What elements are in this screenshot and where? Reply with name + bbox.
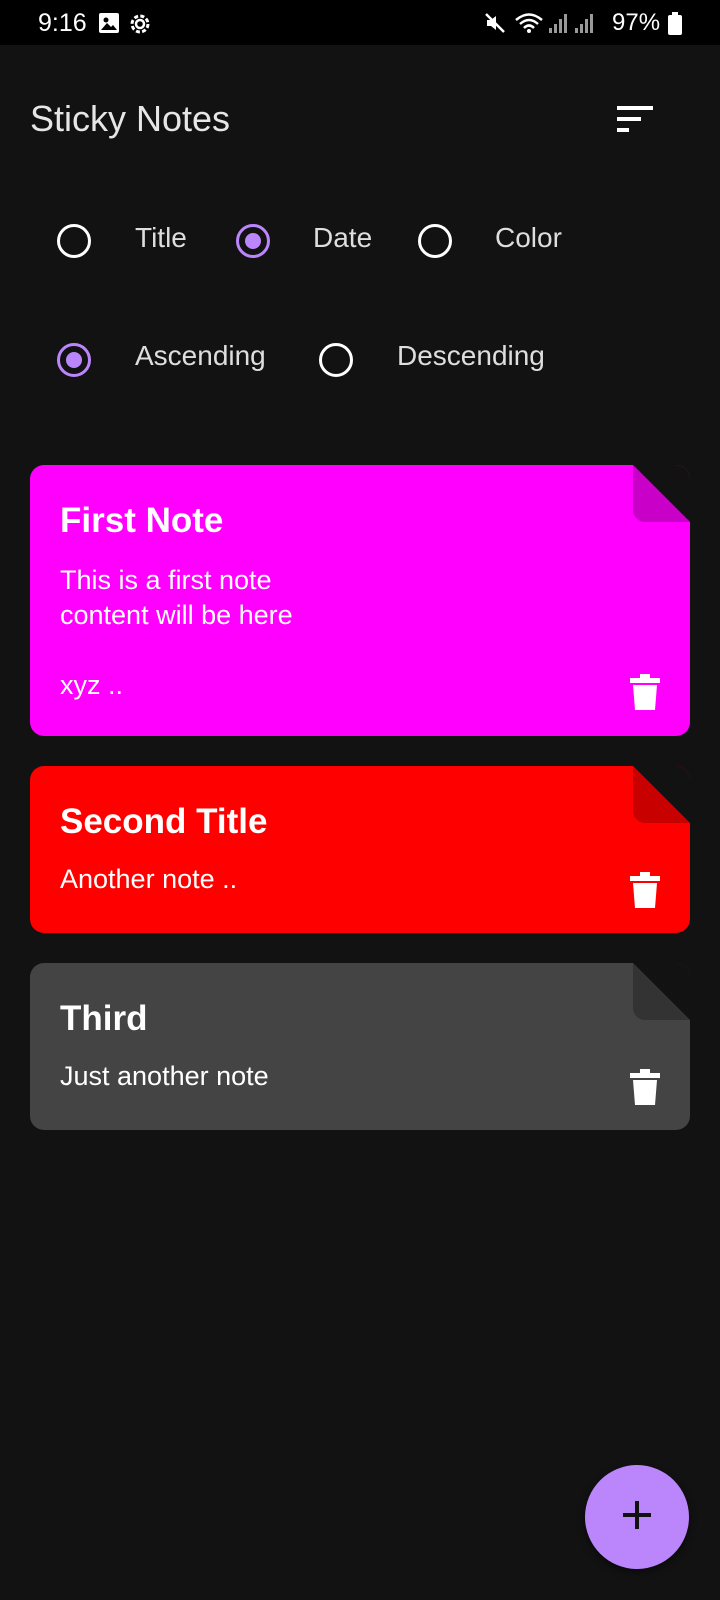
wifi-icon [514,12,544,39]
radio-descending-label[interactable]: Descending [397,340,545,372]
note-content: Another note .. [60,864,238,894]
trash-icon [630,872,660,908]
plus-icon [622,1500,652,1535]
note-card[interactable]: Third Just another note [30,963,690,1130]
note-card[interactable]: Second Title Another note .. [30,766,690,933]
sort-icon [617,105,653,137]
note-title: First Note [60,501,224,540]
status-bar: 9:16 97% [0,0,720,45]
gallery-icon [98,12,120,39]
radio-color-label[interactable]: Color [495,222,562,254]
radio-descending[interactable] [319,343,353,377]
battery-percent: 97% [612,9,661,36]
trash-icon [630,674,660,710]
battery-icon [668,12,682,41]
sort-button[interactable] [610,96,660,146]
note-content: This is a first note content will be her… [60,565,293,630]
trash-icon [630,1069,660,1105]
signal-icon-2 [574,12,594,39]
add-note-button[interactable] [585,1465,689,1569]
radio-ascending-label[interactable]: Ascending [135,340,266,372]
radio-title[interactable] [57,224,91,258]
settings-gear-icon [128,12,152,41]
page-title: Sticky Notes [30,98,231,139]
delete-note-button[interactable] [630,674,660,710]
note-card[interactable]: First Note This is a first note content … [30,465,690,736]
note-title: Second Title [60,802,268,841]
note-content: Just another note [60,1061,269,1091]
radio-title-label[interactable]: Title [135,222,187,254]
radio-date-label[interactable]: Date [313,222,372,254]
radio-color[interactable] [418,224,452,258]
radio-ascending[interactable] [57,343,91,377]
note-extra: xyz .. [60,670,124,700]
signal-icon [548,12,568,39]
delete-note-button[interactable] [630,872,660,908]
delete-note-button[interactable] [630,1069,660,1105]
radio-date[interactable] [236,224,270,258]
note-title: Third [60,999,148,1038]
status-time: 9:16 [38,9,87,37]
mute-icon [484,12,506,39]
